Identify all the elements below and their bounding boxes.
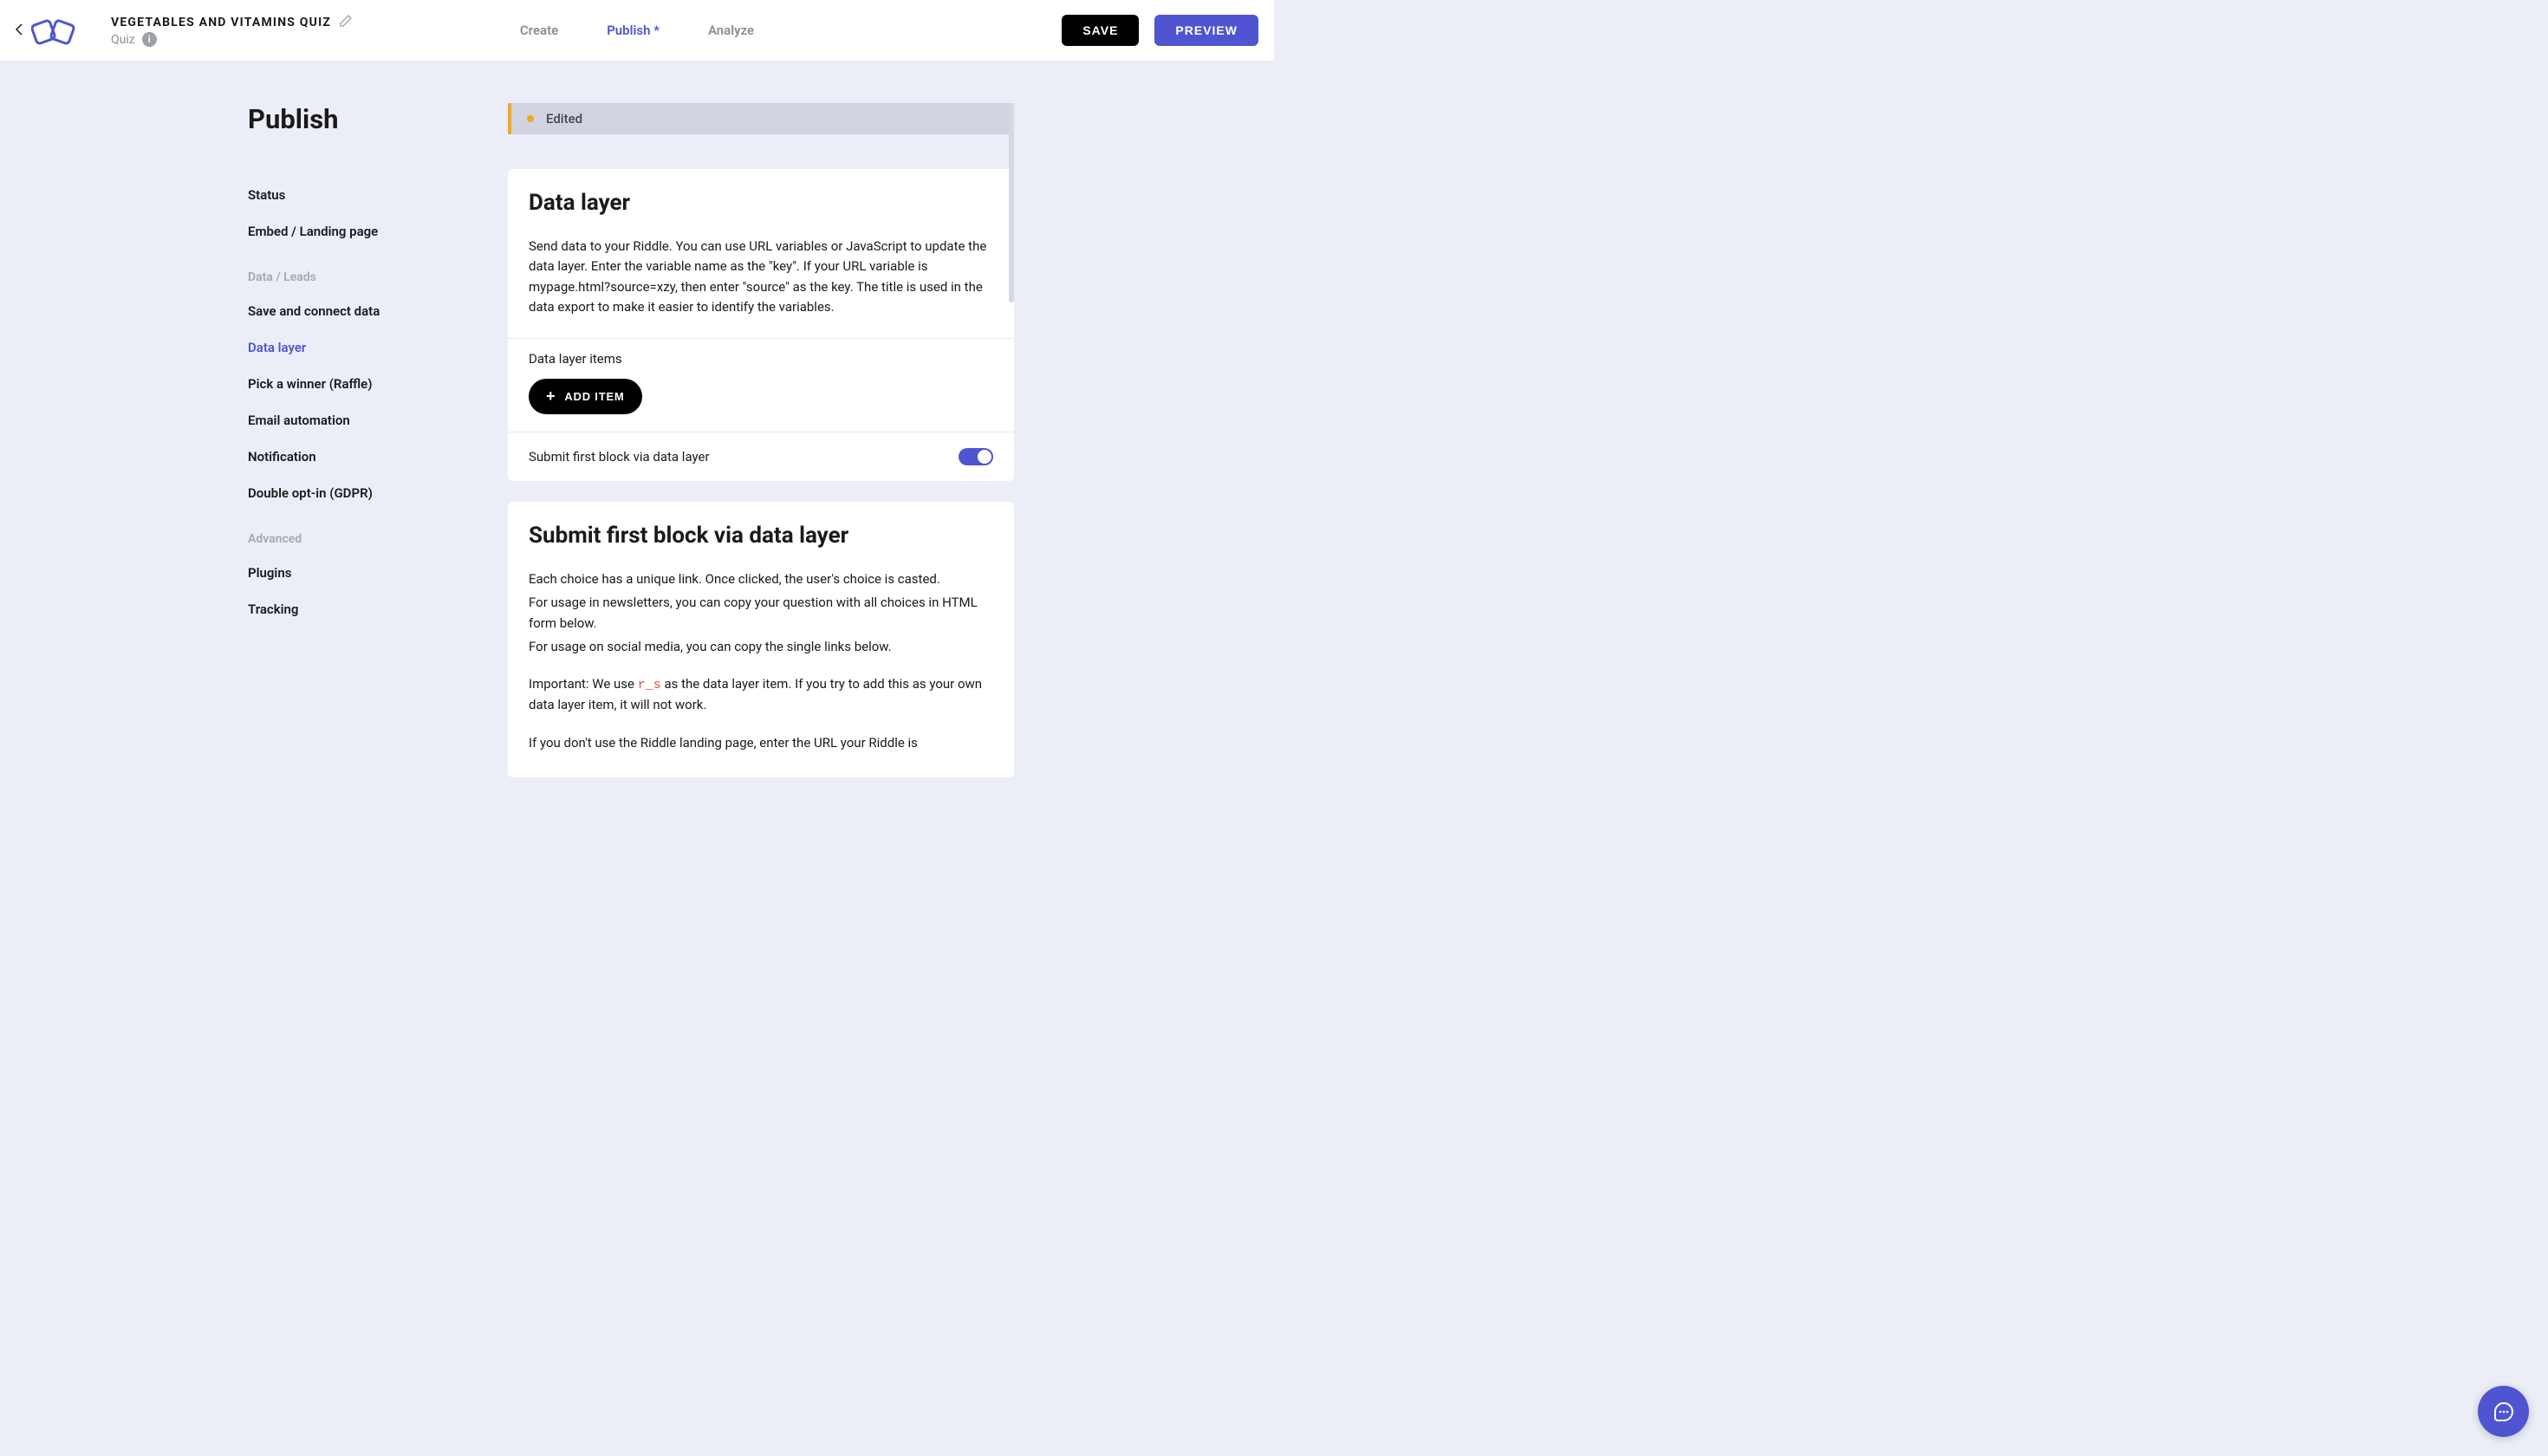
status-banner: Edited bbox=[508, 103, 1014, 134]
back-button[interactable] bbox=[16, 23, 24, 39]
save-button[interactable]: SAVE bbox=[1062, 15, 1139, 46]
sidebar-item-data-layer[interactable]: Data layer bbox=[248, 329, 473, 366]
submit-p5: If you don't use the Riddle landing page… bbox=[529, 733, 993, 753]
add-item-label: ADD ITEM bbox=[564, 390, 624, 403]
sidebar-heading-data-leads: Data / Leads bbox=[248, 250, 473, 293]
toggle-knob bbox=[978, 450, 991, 464]
content-column: Edited Data layer Send data to your Ridd… bbox=[508, 103, 1014, 777]
quiz-type-label: Quiz bbox=[111, 33, 135, 47]
submit-p3: For usage on social media, you can copy … bbox=[529, 637, 993, 657]
submit-first-block-label: Submit first block via data layer bbox=[529, 449, 710, 465]
status-dot-icon bbox=[527, 115, 534, 122]
data-layer-title: Data layer bbox=[529, 190, 993, 216]
data-layer-card: Data layer Send data to your Riddle. You… bbox=[508, 169, 1014, 481]
sidebar-item-plugins[interactable]: Plugins bbox=[248, 555, 473, 591]
header-actions: SAVE PREVIEW bbox=[1062, 15, 1258, 46]
preview-button[interactable]: PREVIEW bbox=[1154, 15, 1258, 46]
chat-help-button[interactable] bbox=[2478, 1386, 2529, 1437]
title-block: VEGETABLES AND VITAMINS QUIZ Quiz i bbox=[111, 14, 352, 47]
sidebar-item-tracking[interactable]: Tracking bbox=[248, 591, 473, 627]
submit-first-block-toggle-row: Submit first block via data layer bbox=[508, 432, 1014, 481]
submit-card-body: Each choice has a unique link. Once clic… bbox=[529, 569, 993, 753]
submit-p1: Each choice has a unique link. Once clic… bbox=[529, 569, 993, 589]
app-header: VEGETABLES AND VITAMINS QUIZ Quiz i Crea… bbox=[0, 0, 1274, 62]
add-item-button[interactable]: + ADD ITEM bbox=[529, 379, 642, 414]
tab-create[interactable]: Create bbox=[520, 23, 558, 38]
sidebar-item-save-connect[interactable]: Save and connect data bbox=[248, 293, 473, 329]
scrollbar[interactable] bbox=[1009, 103, 1014, 302]
sidebar-item-embed[interactable]: Embed / Landing page bbox=[248, 213, 473, 250]
edit-title-icon[interactable] bbox=[340, 14, 352, 30]
main-content: Publish Status Embed / Landing page Data… bbox=[0, 62, 1274, 798]
content-area: Edited Data layer Send data to your Ridd… bbox=[508, 103, 1014, 798]
submit-card: Submit first block via data layer Each c… bbox=[508, 502, 1014, 777]
app-logo[interactable] bbox=[31, 14, 76, 47]
tab-analyze[interactable]: Analyze bbox=[708, 23, 754, 38]
submit-p4: Important: We use r_s as the data layer … bbox=[529, 674, 993, 716]
sidebar: Publish Status Embed / Landing page Data… bbox=[248, 103, 473, 798]
nav-tabs: Create Publish * Analyze bbox=[520, 23, 754, 38]
page-title: Publish bbox=[248, 103, 473, 135]
sidebar-item-pick-winner[interactable]: Pick a winner (Raffle) bbox=[248, 366, 473, 402]
sidebar-heading-advanced: Advanced bbox=[248, 511, 473, 555]
sidebar-item-status[interactable]: Status bbox=[248, 177, 473, 213]
sidebar-item-notification[interactable]: Notification bbox=[248, 439, 473, 475]
tab-publish[interactable]: Publish * bbox=[607, 23, 660, 38]
data-layer-items-label: Data layer items bbox=[508, 339, 1014, 367]
status-text: Edited bbox=[546, 111, 582, 127]
sidebar-item-double-opt-in[interactable]: Double opt-in (GDPR) bbox=[248, 475, 473, 511]
submit-p2: For usage in newsletters, you can copy y… bbox=[529, 593, 993, 634]
plus-icon: + bbox=[546, 387, 556, 406]
submit-card-title: Submit first block via data layer bbox=[529, 523, 993, 549]
submit-first-block-toggle[interactable] bbox=[959, 448, 993, 465]
code-rs: r_s bbox=[638, 678, 661, 692]
sidebar-item-email-automation[interactable]: Email automation bbox=[248, 402, 473, 439]
quiz-title: VEGETABLES AND VITAMINS QUIZ bbox=[111, 16, 331, 29]
info-icon[interactable]: i bbox=[142, 32, 157, 47]
data-layer-desc: Send data to your Riddle. You can use UR… bbox=[529, 237, 993, 317]
